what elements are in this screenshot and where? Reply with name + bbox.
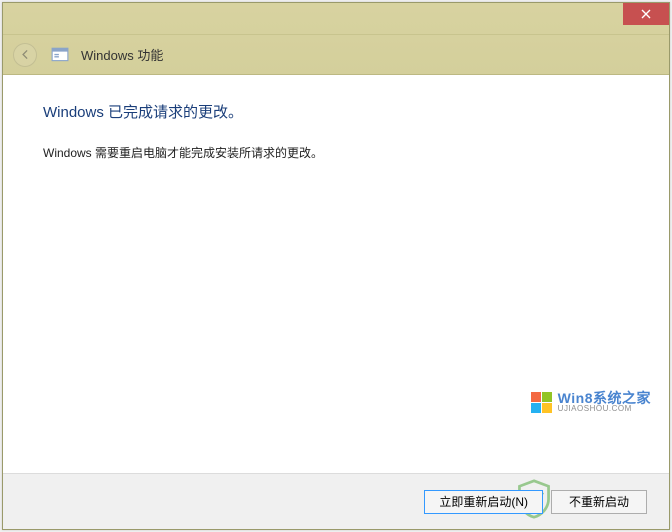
restart-now-button[interactable]: 立即重新启动(N) <box>424 490 543 514</box>
main-heading: Windows 已完成请求的更改。 <box>43 101 629 122</box>
content-area: Windows 已完成请求的更改。 Windows 需要重启电脑才能完成安装所请… <box>3 75 669 473</box>
close-icon <box>641 9 651 19</box>
header-row: Windows 功能 <box>3 35 669 75</box>
titlebar <box>3 3 669 35</box>
close-button[interactable] <box>623 3 669 25</box>
do-not-restart-button[interactable]: 不重新启动 <box>551 490 647 514</box>
window-title: Windows 功能 <box>81 45 163 64</box>
windows-logo-icon <box>531 392 552 413</box>
body-text: Windows 需要重启电脑才能完成安装所请求的更改。 <box>43 144 629 161</box>
watermark-sub: UJIAOSHOU.COM <box>558 405 651 413</box>
watermark-brand: Win8系统之家 <box>558 391 651 405</box>
dialog-window: Windows 功能 Windows 已完成请求的更改。 Windows 需要重… <box>2 2 670 530</box>
windows-features-icon <box>51 46 69 64</box>
back-button[interactable] <box>13 43 37 67</box>
watermark: Win8系统之家 UJIAOSHOU.COM <box>531 391 651 413</box>
footer: 立即重新启动(N) 不重新启动 <box>3 473 669 529</box>
arrow-left-icon <box>19 48 32 61</box>
